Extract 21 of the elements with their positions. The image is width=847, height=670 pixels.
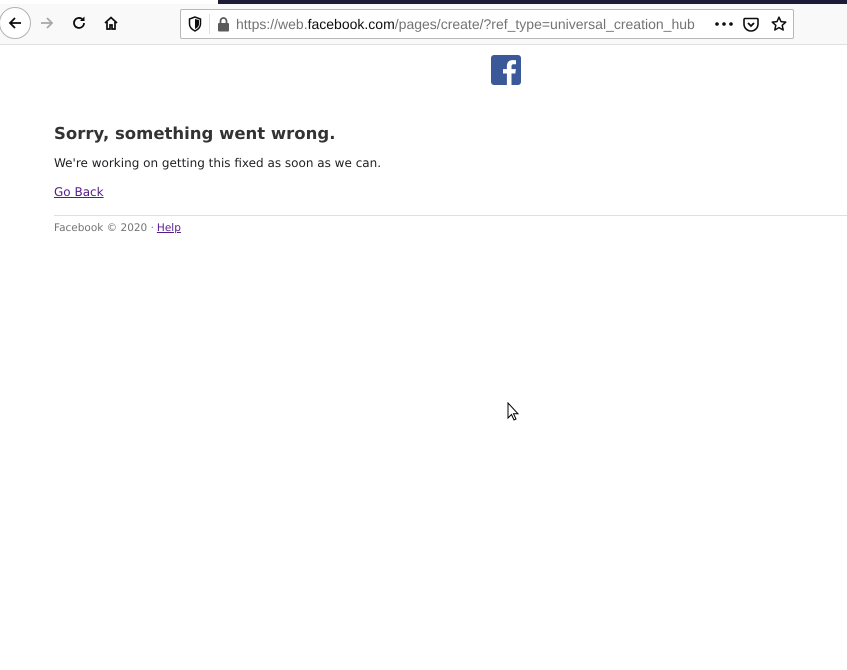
go-back-link[interactable]: Go Back (54, 184, 104, 200)
back-arrow-icon (7, 15, 23, 31)
error-title: Sorry, something went wrong. (54, 123, 336, 145)
forward-arrow-icon (39, 15, 55, 31)
home-button[interactable] (102, 14, 120, 32)
shield-icon (188, 16, 202, 32)
url-text: https://web.facebook.com/pages/create/?ref_type=universal_creation_hub (236, 14, 695, 34)
reload-button[interactable] (70, 14, 88, 32)
pocket-icon (743, 16, 759, 32)
lock-icon (217, 16, 230, 32)
reload-icon (71, 15, 87, 31)
back-button[interactable] (0, 7, 31, 39)
error-message: We're working on getting this fixed as soon as we can. (54, 155, 382, 171)
home-icon (103, 15, 119, 31)
cursor-icon (507, 402, 519, 421)
star-icon (771, 16, 787, 32)
copyright-text: Facebook © 2020 · (54, 221, 154, 235)
address-bar[interactable]: https://web.facebook.com/pages/create/?ref_type=universal_creation_hub (180, 9, 794, 39)
more-icon (715, 22, 733, 26)
logo-icon (491, 55, 521, 85)
help-link[interactable]: Help (156, 221, 181, 235)
